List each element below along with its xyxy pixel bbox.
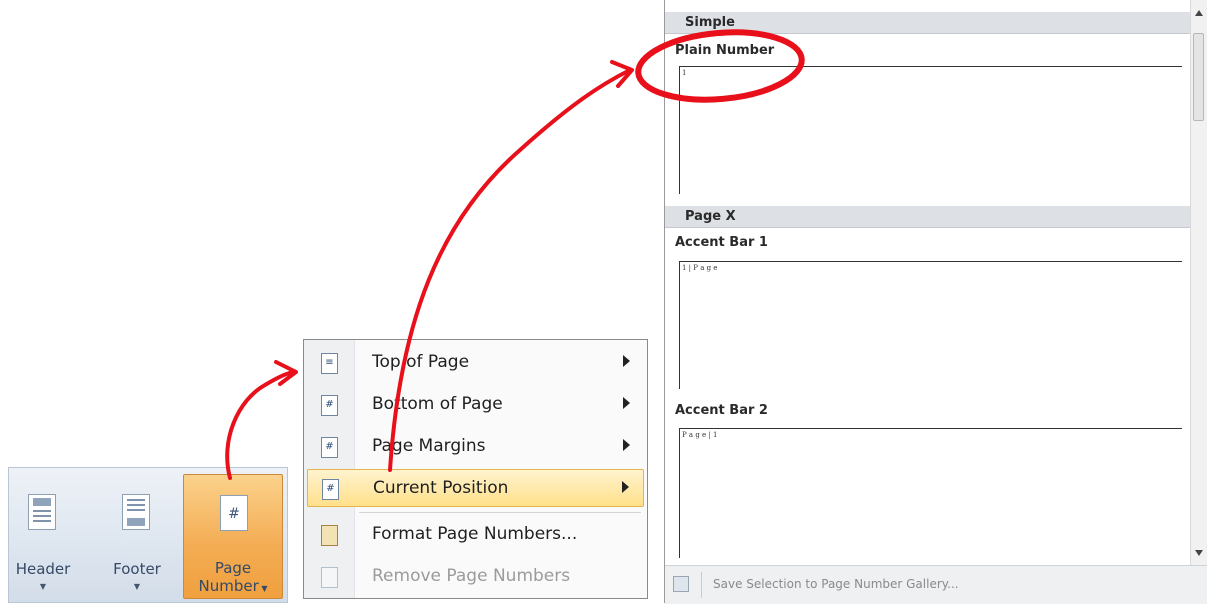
annotation-overlay — [225, 29, 805, 480]
annotation-arrow-to-gallery — [388, 68, 632, 472]
annotation-circle — [635, 29, 805, 103]
annotation-arrow-to-menu — [225, 370, 297, 480]
